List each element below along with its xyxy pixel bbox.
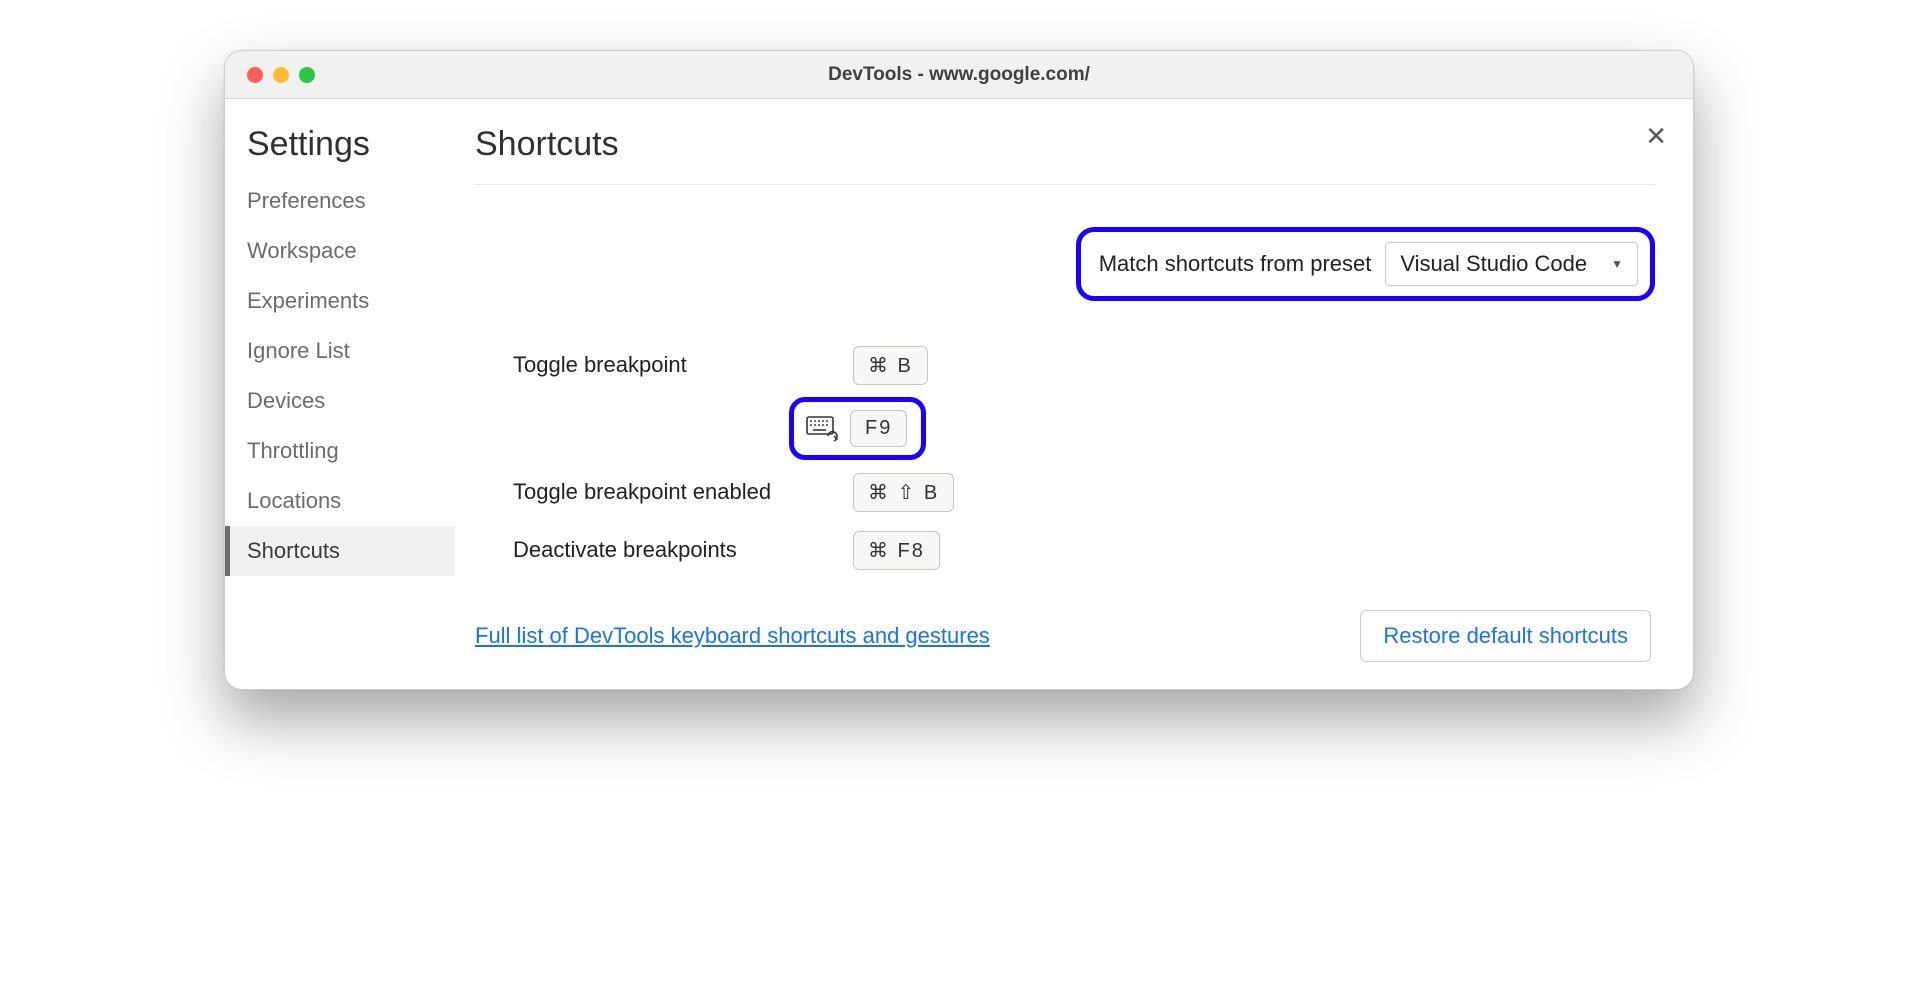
sidebar-item-workspace[interactable]: Workspace bbox=[225, 226, 455, 276]
shortcut-label: Toggle breakpoint enabled bbox=[513, 479, 853, 505]
sidebar-item-experiments[interactable]: Experiments bbox=[225, 276, 455, 326]
minimize-window-button[interactable] bbox=[273, 67, 289, 83]
preset-highlight: Match shortcuts from preset Visual Studi… bbox=[1076, 227, 1655, 301]
page-title: Shortcuts bbox=[475, 125, 1655, 185]
sidebar-item-preferences[interactable]: Preferences bbox=[225, 176, 455, 226]
key-chip: ⌘ B bbox=[853, 346, 928, 385]
sidebar-item-devices[interactable]: Devices bbox=[225, 376, 455, 426]
key-area: ⌘ ⇧ B bbox=[853, 473, 954, 512]
preset-select[interactable]: Visual Studio Code ▼ bbox=[1385, 242, 1638, 286]
titlebar: DevTools - www.google.com/ bbox=[225, 51, 1693, 99]
shortcut-label: Toggle breakpoint bbox=[513, 352, 853, 378]
content-pane: Shortcuts Match shortcuts from preset Vi… bbox=[455, 119, 1693, 689]
shortcut-label: Deactivate breakpoints bbox=[513, 537, 853, 563]
shortcut-row: Deactivate breakpoints ⌘ F8 bbox=[513, 524, 1655, 576]
settings-window: DevTools - www.google.com/ ✕ Settings Pr… bbox=[224, 50, 1694, 690]
chevron-down-icon: ▼ bbox=[1611, 257, 1623, 271]
settings-body: Settings Preferences Workspace Experimen… bbox=[225, 99, 1693, 689]
close-window-button[interactable] bbox=[247, 67, 263, 83]
shortcut-row: Toggle breakpoint ⌘ B bbox=[513, 339, 1655, 391]
keyboard-reset-icon[interactable] bbox=[806, 416, 838, 442]
shortcut-row: Toggle breakpoint enabled ⌘ ⇧ B bbox=[513, 466, 1655, 518]
preset-select-value: Visual Studio Code bbox=[1400, 251, 1587, 277]
full-list-link[interactable]: Full list of DevTools keyboard shortcuts… bbox=[475, 623, 990, 649]
restore-default-button[interactable]: Restore default shortcuts bbox=[1360, 610, 1651, 662]
key-area: F9 bbox=[853, 397, 926, 460]
shortcut-row: F9 bbox=[513, 397, 1655, 460]
sidebar-item-shortcuts[interactable]: Shortcuts bbox=[225, 526, 455, 576]
window-title: DevTools - www.google.com/ bbox=[225, 64, 1693, 86]
sidebar-item-throttling[interactable]: Throttling bbox=[225, 426, 455, 476]
key-area: ⌘ F8 bbox=[853, 531, 940, 570]
maximize-window-button[interactable] bbox=[299, 67, 315, 83]
f9-highlight: F9 bbox=[789, 397, 926, 460]
footer-row: Full list of DevTools keyboard shortcuts… bbox=[475, 610, 1655, 662]
preset-row: Match shortcuts from preset Visual Studi… bbox=[475, 227, 1655, 301]
sidebar-item-locations[interactable]: Locations bbox=[225, 476, 455, 526]
window-controls bbox=[225, 67, 315, 83]
key-chip: ⌘ F8 bbox=[853, 531, 940, 570]
key-chip: F9 bbox=[850, 410, 907, 447]
shortcut-list: Toggle breakpoint ⌘ B bbox=[513, 339, 1655, 582]
sidebar: Settings Preferences Workspace Experimen… bbox=[225, 119, 455, 689]
sidebar-item-ignore-list[interactable]: Ignore List bbox=[225, 326, 455, 376]
preset-label: Match shortcuts from preset bbox=[1099, 251, 1372, 277]
sidebar-heading: Settings bbox=[225, 125, 455, 176]
key-area: ⌘ B bbox=[853, 346, 928, 385]
key-chip: ⌘ ⇧ B bbox=[853, 473, 954, 512]
